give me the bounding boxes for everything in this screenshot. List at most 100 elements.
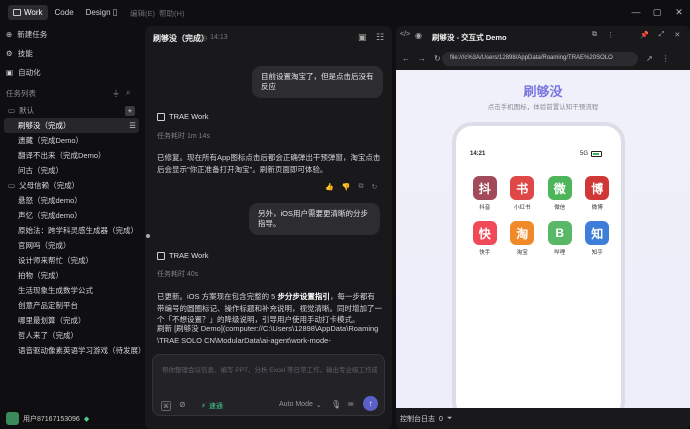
close-icon[interactable]: ✕ [674, 31, 680, 39]
app-icon-7[interactable]: 知知乎 [579, 221, 617, 256]
app-icon-1[interactable]: 书小红书 [504, 176, 542, 211]
layout-icon[interactable]: ▣ [358, 32, 367, 43]
app-icon-2[interactable]: 微微信 [541, 176, 579, 211]
app-title: 刷够没 [523, 84, 563, 99]
agent-header: TRAE Work [157, 251, 208, 260]
forward-icon[interactable]: → [418, 54, 426, 63]
list-item[interactable]: 翻译不出来（完成Demo） [0, 148, 143, 163]
prompt-input[interactable]: 帮你整理会议信息、编写 PPT、分析 Excel 等日常工作，输出专业级工作成果… [162, 364, 377, 374]
filter-icon[interactable]: ⏷ [447, 415, 453, 423]
agent-message: 已修复。现在所有App图标点击后都会正确弹出干预弹窗，淘宝点击后会显示"你正准备… [157, 153, 381, 174]
refresh-icon[interactable]: ↻ [434, 54, 441, 63]
avatar [6, 412, 19, 425]
app-label: 微博 [591, 205, 603, 211]
sidebar-toggle-icon[interactable]: ▯ [108, 5, 122, 19]
group-default[interactable]: ▭ 默认 + [0, 103, 143, 118]
phone-status: 5G [580, 151, 603, 157]
external-link-icon[interactable]: ↗ [646, 54, 653, 63]
console-bar[interactable]: 控制台日志 0 ⏷ [400, 414, 453, 424]
app-icon-0[interactable]: 抖抖音 [466, 176, 504, 211]
app-icon-3[interactable]: 博微博 [579, 176, 617, 211]
list-item[interactable]: 哲人来了（完成） [0, 328, 143, 343]
copy-icon[interactable]: ⧉ [358, 183, 363, 191]
app-icon-6[interactable]: B 哔哩 [541, 221, 579, 256]
app-icon-4[interactable]: 快快手 [466, 221, 504, 256]
list-item[interactable]: 生活现象生成数学公式 [0, 283, 143, 298]
maximize-icon[interactable]: ▢ [650, 5, 664, 19]
close-icon[interactable]: ✕ [672, 5, 686, 19]
list-item[interactable]: 官网吗（完成） [0, 238, 143, 253]
automation-button[interactable]: ▣ 自动化 [6, 64, 41, 80]
more-icon[interactable]: ⋮ [662, 54, 670, 63]
user-profile[interactable]: 用户87167153096 ◆ [6, 412, 89, 425]
clock-icon: ◷ [201, 35, 208, 42]
task-duration[interactable]: 任务耗时 1m 14s [157, 131, 210, 141]
copy-icon[interactable]: ⧉ [592, 31, 597, 39]
app-label: 小红书 [513, 205, 531, 211]
work-icon [13, 9, 21, 16]
list-item[interactable]: 问古（完成） [0, 163, 143, 178]
code-icon[interactable]: </> [400, 31, 410, 38]
tab-code[interactable]: Code [50, 5, 79, 20]
phone-time: 14:21 [470, 151, 486, 157]
expand-icon[interactable]: ⤢ [659, 31, 665, 39]
skills-button[interactable]: ⚙ 技能 [6, 45, 33, 61]
filter-icon[interactable]: ⏚ [112, 88, 120, 99]
group-parent[interactable]: ▭ 父母信赖（完成） [0, 178, 143, 193]
app-glyph: 书 [510, 176, 535, 200]
waveform-icon[interactable]: ♒ [347, 400, 354, 409]
tab-work[interactable]: Work [8, 5, 48, 20]
list-item[interactable]: 语音驱动像素英语学习游戏（待发展） [0, 343, 146, 358]
task-list-heading: 任务列表 [6, 89, 36, 98]
list-item[interactable]: 设计师来帮忙（完成） [0, 253, 143, 268]
url-bar[interactable]: file:///c%3A/Users/12898/AppData/Roaming… [442, 52, 638, 66]
back-icon[interactable]: ← [402, 54, 410, 63]
paperclip-icon[interactable]: ⊘ [179, 400, 186, 409]
task-duration[interactable]: 任务耗时 40s [157, 269, 198, 279]
thumbs-up-icon[interactable]: 👍 [325, 183, 334, 191]
sidebar: ⊕ 新建任务 ⚙ 技能 ▣ 自动化 任务列表 ⏚ ⌕ ▭ 默认 + 刷够没（完成） ☰ 遗藏… [0, 25, 146, 429]
app-label: 哔哩 [554, 250, 566, 256]
more-icon[interactable]: ⋮ [607, 31, 614, 39]
send-button[interactable]: ↑ [363, 396, 378, 411]
chevron-down-icon: ⌄ [315, 402, 322, 409]
list-item[interactable]: 创意产品定制平台 [0, 298, 143, 313]
attach-icon[interactable]: ⌘ [161, 401, 171, 411]
app-glyph: 微 [547, 176, 572, 200]
speed-toggle[interactable]: ⚡ 速通 [201, 401, 223, 411]
app-icon-5[interactable]: 淘淘宝 [504, 221, 542, 256]
list-item[interactable]: 刷够没（完成） ☰ [4, 118, 139, 133]
agent-link-message[interactable]: 刷新 [刷够没 Demo](computer://C:\Users\12898\… [157, 323, 382, 345]
mode-select[interactable]: Auto Mode ⌄ [279, 401, 322, 409]
pin-icon[interactable]: 📌 [640, 31, 649, 39]
badge-icon: ◆ [83, 415, 90, 423]
list-icon[interactable]: ☷ [376, 32, 384, 43]
browser-actions: ↗ ⋮ [646, 54, 670, 63]
mic-icon[interactable]: 🎙 [331, 400, 341, 409]
search-icon[interactable]: ⌕ [126, 88, 130, 98]
menu-icon[interactable]: ☰ [129, 121, 136, 130]
lightning-icon: ⚡ [201, 403, 206, 410]
folder-icon: ▭ [8, 181, 16, 190]
thumbs-down-icon[interactable]: 👎 [342, 183, 351, 191]
menu-edit[interactable]: 编辑(E) [130, 8, 155, 19]
add-task-icon[interactable]: + [125, 105, 135, 116]
list-item[interactable]: 哪里最划算（完成） [0, 313, 143, 328]
task-list: ▭ 默认 + 刷够没（完成） ☰ 遗藏（完成Demo） 翻译不出来（完成Demo） 问… [0, 103, 146, 358]
list-item[interactable]: 遗藏（完成Demo） [0, 133, 143, 148]
list-item[interactable]: 原始法：跨学科灵感生成器（完成） [0, 223, 143, 238]
app-glyph: 知 [585, 221, 610, 245]
new-task-button[interactable]: ⊕ 新建任务 [6, 26, 47, 42]
title-bar: Work Code Design ▯ 编辑(E) 帮助(H) — ▢ ✕ [0, 0, 690, 25]
menu-help[interactable]: 帮助(H) [159, 8, 184, 19]
list-item[interactable]: 声忆（完成demo） [0, 208, 143, 223]
list-item[interactable]: 拍物（完成） [0, 268, 143, 283]
list-item[interactable]: 悬怒（完成demo） [0, 193, 143, 208]
scroll-marker[interactable] [146, 234, 150, 238]
retry-icon[interactable]: ↻ [371, 183, 377, 191]
message-actions: 👍 👎 ⧉ ↻ [325, 183, 377, 191]
minimize-icon[interactable]: — [629, 5, 643, 19]
eye-icon[interactable]: ◉ [415, 31, 422, 40]
user-message: 目前设置淘宝了，但是点击后没有反应 [252, 66, 383, 98]
app-label: 微信 [554, 205, 566, 211]
